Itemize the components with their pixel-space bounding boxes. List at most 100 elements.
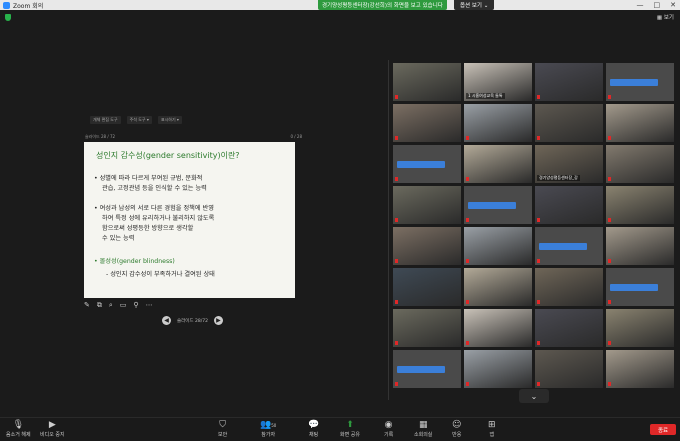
mic-muted-icon <box>395 259 398 263</box>
breakout-button[interactable]: ▦ 소회의실 <box>414 420 432 438</box>
participant-tile[interactable]: 경기양성평등센터장_강 <box>535 145 603 183</box>
name-bar <box>610 284 658 291</box>
reactions-button[interactable]: ☺ 반응 <box>452 420 461 438</box>
participant-tile[interactable] <box>393 104 461 142</box>
mic-muted-icon <box>395 95 398 99</box>
participant-tile[interactable] <box>606 350 674 388</box>
mic-muted-icon <box>466 136 469 140</box>
participant-name: 경기양성평등센터장_강 <box>537 175 580 181</box>
name-bar <box>610 79 658 86</box>
more-icon[interactable]: ⋯ <box>146 301 153 310</box>
participant-tile[interactable] <box>535 350 603 388</box>
participant-tile[interactable] <box>393 186 461 224</box>
participant-tile[interactable] <box>606 227 674 265</box>
participants-icon: 👥50 <box>260 420 277 430</box>
participant-tile[interactable] <box>393 227 461 265</box>
mic-muted-icon <box>466 218 469 222</box>
gallery-view-button[interactable]: ▦ 보기 <box>657 13 674 21</box>
participant-tile[interactable] <box>535 63 603 101</box>
zoom-icon[interactable]: ⌕ <box>109 301 113 310</box>
mic-muted-icon <box>395 136 398 140</box>
maximize-icon[interactable]: □ <box>654 1 661 9</box>
end-meeting-button[interactable]: 종료 <box>650 424 676 435</box>
participants-count: 50 <box>271 423 277 428</box>
participant-tile[interactable] <box>606 104 674 142</box>
mic-muted-icon <box>608 341 611 345</box>
mic-muted-icon <box>608 382 611 386</box>
participant-tile[interactable] <box>464 268 532 306</box>
prev-slide-button[interactable]: ◀ <box>162 316 171 325</box>
participant-tile[interactable] <box>393 268 461 306</box>
mic-muted-icon <box>537 300 540 304</box>
breakout-icon: ▦ <box>418 420 428 430</box>
slide-info-right: 0 / 28 <box>290 134 302 139</box>
chat-label: 채팅 <box>309 432 319 438</box>
video-button[interactable]: ▶ 비디오 중지 <box>40 420 65 438</box>
close-icon[interactable]: ✕ <box>670 1 676 9</box>
mini-tool-3: 표시하기 ▾ <box>157 116 182 124</box>
participant-tile[interactable] <box>606 186 674 224</box>
apps-label: 앱 <box>489 432 495 438</box>
pen-icon[interactable]: ✎ <box>84 301 90 310</box>
participant-tile[interactable] <box>393 309 461 347</box>
slide-bullet-2: • 여성과 남성의 서로 다른 경험을 정책에 반영 <box>94 205 214 212</box>
participant-tile[interactable] <box>464 145 532 183</box>
participant-tile[interactable] <box>464 227 532 265</box>
participant-tile[interactable] <box>464 186 532 224</box>
participant-tile[interactable] <box>606 309 674 347</box>
copy-icon[interactable]: ⧉ <box>97 301 102 310</box>
participant-tile[interactable] <box>606 268 674 306</box>
participant-tile[interactable] <box>535 227 603 265</box>
participant-tile[interactable]: 1 시흥여성교육 들톡 <box>464 63 532 101</box>
mic-muted-icon <box>608 218 611 222</box>
chevron-down-icon[interactable]: ⌄ <box>519 389 549 403</box>
slide-bullet-2c: 함으로써 성평등한 방향으로 생각할 <box>102 225 194 232</box>
screen-share-banner[interactable]: 경기양성평등센터장(강선희)의 화면을 보고 있습니다 <box>318 0 447 10</box>
participant-tile[interactable] <box>535 268 603 306</box>
participant-tile[interactable] <box>393 350 461 388</box>
slide-sub-3: - 성인지 감수성이 부족하거나 결여된 상태 <box>106 271 215 278</box>
mini-tool-2: 주석 도구 ▾ <box>126 116 152 124</box>
video-label: 비디오 중지 <box>40 432 65 438</box>
mic-muted-icon <box>395 177 398 181</box>
minimize-icon[interactable]: — <box>637 1 644 9</box>
participant-tile[interactable] <box>464 350 532 388</box>
view-options-button[interactable]: 옵션 보기 ⌄ <box>454 0 495 10</box>
mini-tool-1: 개체 편집 도구 <box>90 116 121 124</box>
mic-muted-icon <box>537 382 540 386</box>
slide-bullet-1: • 성별에 따라 다르게 부여된 규범, 문화적 <box>94 175 203 182</box>
participant-tile[interactable] <box>535 104 603 142</box>
participant-tile[interactable] <box>535 186 603 224</box>
share-screen-button[interactable]: ⬆ 화면 공유 <box>340 420 360 438</box>
apps-button[interactable]: ⊞ 앱 <box>488 420 496 438</box>
pin-icon[interactable]: ⚲ <box>133 301 138 310</box>
chat-button[interactable]: 💬 채팅 <box>308 420 319 438</box>
record-label: 기록 <box>384 432 394 438</box>
next-slide-button[interactable]: ▶ <box>213 316 223 325</box>
participant-tile[interactable] <box>606 145 674 183</box>
mic-muted-icon <box>466 382 469 386</box>
apps-icon: ⊞ <box>488 420 496 430</box>
participant-tile[interactable] <box>393 145 461 183</box>
participant-tile[interactable] <box>393 63 461 101</box>
mic-muted-icon <box>537 95 540 99</box>
name-bar <box>468 202 516 209</box>
panel-divider[interactable] <box>388 60 389 400</box>
participant-tile[interactable] <box>464 309 532 347</box>
mic-muted-icon <box>608 95 611 99</box>
screen-icon[interactable]: ▭ <box>120 301 127 310</box>
security-button[interactable]: ⛉ 보안 <box>218 420 227 438</box>
participant-tile[interactable] <box>464 104 532 142</box>
share-screen-icon: ⬆ <box>346 420 354 430</box>
mute-button[interactable]: 🎙 음소거 해제 <box>6 420 31 438</box>
participant-name: 1 시흥여성교육 들톡 <box>466 93 505 99</box>
slide-bullet-3: • 몰성성(gender blindness) <box>94 258 175 265</box>
participants-button[interactable]: 👥50 참가자 <box>260 420 276 438</box>
participant-tile[interactable] <box>535 309 603 347</box>
mic-muted-icon <box>466 259 469 263</box>
security-shield-icon[interactable] <box>5 14 11 21</box>
meeting-controls-bar: 🎙 음소거 해제 ▶ 비디오 중지 ⛉ 보안 👥50 참가자 💬 채팅 ⬆ 화면… <box>0 417 680 441</box>
participant-tile[interactable] <box>606 63 674 101</box>
slide-title: 성인지 감수성(gender sensitivity)이란? <box>96 151 240 160</box>
record-button[interactable]: ◉ 기록 <box>384 420 393 438</box>
